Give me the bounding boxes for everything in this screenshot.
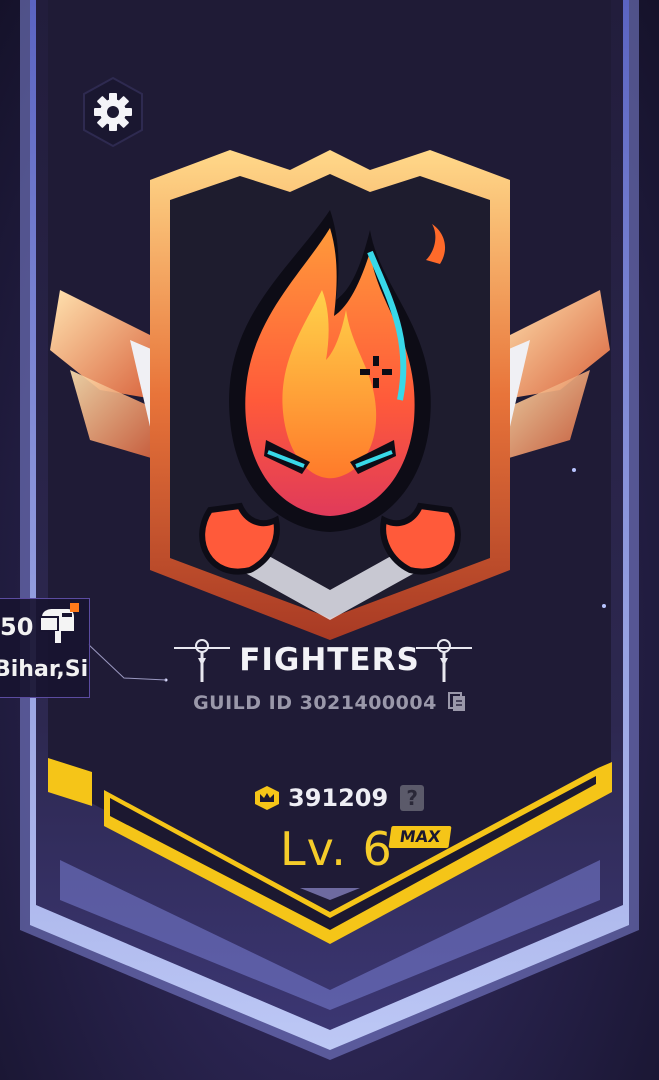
mailbox-icon[interactable] <box>36 607 76 643</box>
connector-line <box>88 643 167 681</box>
guild-screen: FIGHTERS GUILD ID 3021400004 391209 ? Lv… <box>0 0 659 1080</box>
guild-id: GUILD ID 3021400004 <box>0 692 659 714</box>
crown-icon <box>255 786 279 810</box>
copy-icon[interactable] <box>447 692 466 712</box>
guild-name-text: FIGHTERS <box>239 642 420 678</box>
ornament-icon <box>416 639 472 682</box>
gear-icon <box>83 76 143 148</box>
member-card[interactable]: 50 Bihar,Si <box>0 598 90 698</box>
notification-dot <box>70 603 79 612</box>
member-location: Bihar,Si <box>0 657 89 682</box>
guild-score: 391209 ? <box>254 782 425 814</box>
guild-level: Lv. 6 <box>280 822 393 876</box>
question-icon[interactable]: ? <box>400 785 425 811</box>
member-count: 50 <box>0 613 34 641</box>
settings-button[interactable] <box>80 76 146 148</box>
ornament-icon <box>174 639 230 682</box>
score-value: 391209 <box>288 784 389 812</box>
guild-id-text: GUILD ID 3021400004 <box>193 692 437 714</box>
flame-emblem <box>50 150 610 640</box>
max-badge: MAX <box>388 826 452 848</box>
